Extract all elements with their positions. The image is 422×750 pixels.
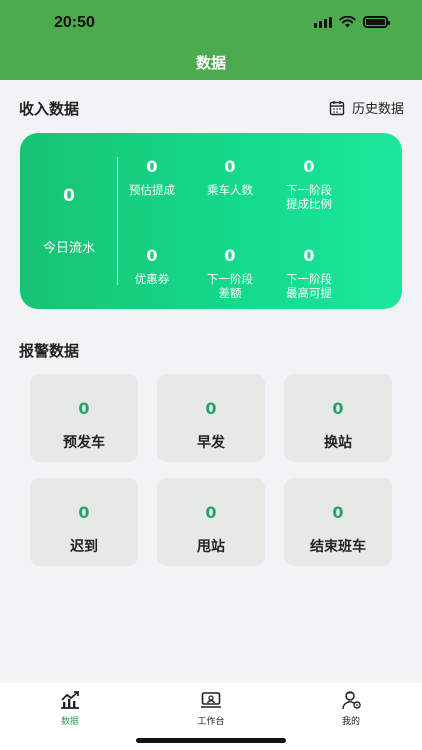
alarm-value: 0 [78,503,90,522]
monitor-icon [201,692,221,708]
chart-icon [61,691,79,709]
tab-label: 我的 [341,717,360,727]
metric-label: 下一阶段 最高可提 [286,272,332,300]
metric-value: 0 [146,246,158,265]
today-revenue: 0 今日流水 [20,133,118,309]
tab-data[interactable]: 数据 [30,689,110,727]
metric-value: 0 [146,157,158,176]
alarm-label: 早发 [197,435,225,451]
today-revenue-label: 今日流水 [42,241,95,256]
tab-mine[interactable]: 我的 [311,689,391,727]
alarm-tile-skipped-station[interactable]: 0 甩站 [157,478,265,566]
user-icon [342,691,361,710]
alarm-label: 甩站 [197,539,225,555]
metric-label: 优惠券 [134,272,170,286]
metric-estimated-commission: 0 预估提成 [110,157,194,198]
metric-passenger-count: 0 乘车人数 [188,157,272,198]
status-time: 20:50 [54,14,95,31]
wifi-icon [339,16,356,28]
today-revenue-value: 0 [63,186,75,206]
metric-next-stage-rate: 0 下一阶段 提成比例 [267,157,351,212]
metric-next-stage-max: 0 下一阶段 最高可提 [267,246,351,301]
metric-value: 0 [224,246,236,265]
alarm-label: 迟到 [70,539,98,555]
metric-label: 预估提成 [129,183,175,197]
alarm-value: 0 [78,399,90,418]
metric-value: 0 [303,157,315,176]
income-card: 0 今日流水 0 预估提成 0 乘车人数 0 下一阶段 提成比例 0 优惠券 0… [20,133,402,309]
tab-label: 数据 [60,717,79,727]
metric-value: 0 [303,246,315,265]
alarm-value: 0 [332,503,344,522]
system-icons [314,16,390,28]
income-section-title: 收入数据 [19,100,80,118]
metric-label: 下一阶段 差额 [207,272,253,300]
history-data-label: 历史数据 [351,102,404,117]
home-indicator [136,738,286,743]
alarm-label: 结束班车 [310,539,366,555]
calendar-icon [329,100,345,115]
alarm-section-title: 报警数据 [19,342,80,360]
metric-value: 0 [224,157,236,176]
alarm-value: 0 [205,503,217,522]
alarm-tile-early-departure[interactable]: 0 早发 [157,374,265,462]
metric-coupon: 0 优惠券 [110,246,194,287]
tab-workbench[interactable]: 工作台 [171,689,251,727]
battery-icon [363,16,390,28]
alarm-value: 0 [205,399,217,418]
signal-icon [314,16,332,28]
alarm-tile-late[interactable]: 0 迟到 [30,478,138,566]
metric-next-stage-gap: 0 下一阶段 差额 [188,246,272,301]
history-data-link[interactable]: 历史数据 [329,98,404,117]
metric-label: 下一阶段 提成比例 [286,183,332,211]
status-bar: 20:50 [0,0,422,46]
alarm-label: 换站 [324,435,352,451]
tab-label: 工作台 [197,717,225,727]
alarm-value: 0 [332,399,344,418]
alarm-tile-end-shuttle[interactable]: 0 结束班车 [284,478,392,566]
alarm-label: 预发车 [63,435,105,451]
alarm-tile-station-change[interactable]: 0 换站 [284,374,392,462]
page-title: 数据 [195,54,226,72]
metric-label: 乘车人数 [207,183,253,197]
alarm-tile-pre-departure[interactable]: 0 预发车 [30,374,138,462]
